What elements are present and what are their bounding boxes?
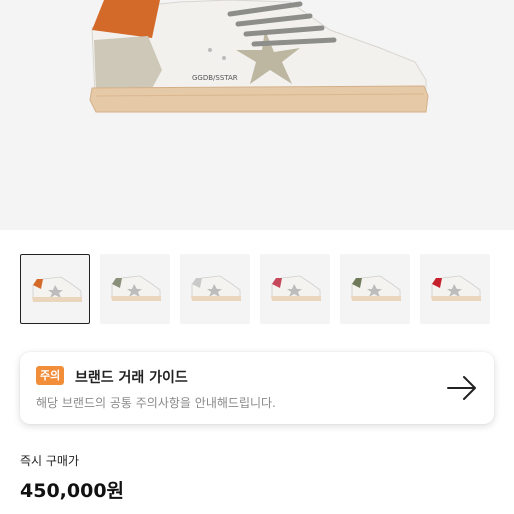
price-label: 즉시 구매가 — [20, 454, 80, 468]
product-thumbnail[interactable] — [100, 254, 170, 324]
product-thumbnail[interactable] — [420, 254, 490, 324]
guide-title: 브랜드 거래 가이드 — [75, 370, 188, 386]
sneaker-illustration: GGDB/SSTAR — [89, 0, 429, 113]
product-thumbnail[interactable] — [180, 254, 250, 324]
sneaker-thumbnail-image — [32, 276, 82, 302]
product-thumbnail[interactable] — [340, 254, 410, 324]
product-thumbnail[interactable] — [20, 254, 90, 324]
sneaker-thumbnail-image — [271, 275, 321, 301]
price-value: 450,000원 — [20, 480, 125, 502]
guide-description: 해당 브랜드의 공통 주의사항을 안내해드립니다. — [36, 396, 276, 410]
sneaker-thumbnail-image — [351, 275, 401, 301]
thumbnail-strip — [20, 254, 490, 326]
sneaker-thumbnail-image — [191, 275, 241, 301]
sneaker-thumbnail-image — [431, 275, 481, 301]
warning-badge: 주의 — [36, 366, 65, 385]
product-image: GGDB/SSTAR — [0, 0, 514, 230]
sneaker-thumbnail-image — [111, 275, 161, 301]
product-thumbnail[interactable] — [260, 254, 330, 324]
arrow-right-icon[interactable] — [446, 374, 478, 402]
brand-guide-card[interactable]: 주의 브랜드 거래 가이드 해당 브랜드의 공통 주의사항을 안내해드립니다. — [20, 352, 494, 424]
shoe-logo-text: GGDB/SSTAR — [192, 74, 238, 82]
